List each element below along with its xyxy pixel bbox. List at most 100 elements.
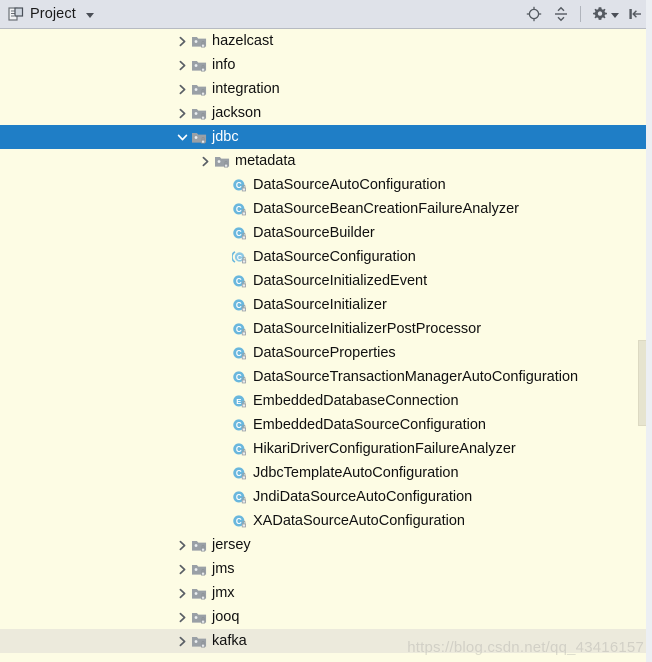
chevron-right-icon[interactable] xyxy=(174,81,190,97)
tree-row[interactable]: jackson xyxy=(0,101,652,125)
locate-icon[interactable] xyxy=(523,3,545,25)
class-locked-icon xyxy=(231,369,249,385)
tree-row-label: JdbcTemplateAutoConfiguration xyxy=(253,465,459,481)
chevron-right-icon[interactable] xyxy=(174,33,190,49)
folder-locked-icon xyxy=(190,609,208,625)
tree-row-label: jersey xyxy=(212,537,251,553)
tree-row[interactable]: DataSourceInitializer xyxy=(0,293,652,317)
chevron-down-icon[interactable] xyxy=(174,129,190,145)
class-locked-icon xyxy=(231,441,249,457)
tree-row-label: DataSourceInitializedEvent xyxy=(253,273,428,289)
tree-row[interactable]: jmx xyxy=(0,581,652,605)
tree-row-label: integration xyxy=(212,81,280,97)
settings-button[interactable] xyxy=(589,3,619,25)
tree-row-label: DataSourceBuilder xyxy=(253,225,375,241)
folder-locked-icon xyxy=(190,561,208,577)
tree-row[interactable]: info xyxy=(0,53,652,77)
chevron-right-icon[interactable] xyxy=(174,609,190,625)
tree-row-label: XADataSourceAutoConfiguration xyxy=(253,513,465,529)
tree-row[interactable]: jersey xyxy=(0,533,652,557)
tree-row[interactable]: DataSourceTransactionManagerAutoConfigur… xyxy=(0,365,652,389)
gear-icon[interactable] xyxy=(589,3,611,25)
tree-row-label: JndiDataSourceAutoConfiguration xyxy=(253,489,473,505)
tree-row[interactable]: DataSourceBuilder xyxy=(0,221,652,245)
tree-row[interactable]: HikariDriverConfigurationFailureAnalyzer xyxy=(0,437,652,461)
tree-row-label: DataSourceInitializerPostProcessor xyxy=(253,321,482,337)
folder-locked-icon xyxy=(190,33,208,49)
chevron-right-icon[interactable] xyxy=(174,57,190,73)
tree-row[interactable]: DataSourceInitializedEvent xyxy=(0,269,652,293)
folder-locked-icon xyxy=(190,633,208,649)
chevron-right-icon[interactable] xyxy=(197,153,213,169)
class-locked-icon xyxy=(231,513,249,529)
tree-row[interactable]: DataSourceConfiguration xyxy=(0,245,652,269)
folder-locked-icon xyxy=(190,129,208,145)
chevron-right-icon[interactable] xyxy=(174,585,190,601)
chevron-right-icon[interactable] xyxy=(174,633,190,649)
tree-row[interactable]: kafka xyxy=(0,629,652,653)
tree-row-label: DataSourceTransactionManagerAutoConfigur… xyxy=(253,369,579,385)
tree-row[interactable]: DataSourceInitializerPostProcessor xyxy=(0,317,652,341)
gear-chevron-down-icon[interactable] xyxy=(611,12,619,18)
page-title: Project xyxy=(30,6,76,22)
tree-row-label: DataSourceInitializer xyxy=(253,297,387,313)
tree-row[interactable]: XADataSourceAutoConfiguration xyxy=(0,509,652,533)
class-locked-icon xyxy=(231,273,249,289)
tree-row[interactable]: DataSourceAutoConfiguration xyxy=(0,173,652,197)
hide-icon[interactable] xyxy=(624,3,646,25)
chevron-right-icon[interactable] xyxy=(174,105,190,121)
tree-row[interactable]: JndiDataSourceAutoConfiguration xyxy=(0,485,652,509)
tree-row[interactable]: metadata xyxy=(0,149,652,173)
tree-row[interactable]: EmbeddedDataSourceConfiguration xyxy=(0,413,652,437)
class-locked-icon xyxy=(231,201,249,217)
class-locked-icon xyxy=(231,489,249,505)
toolbar-divider xyxy=(580,6,581,22)
tree-row-label: info xyxy=(212,57,236,73)
class-locked-icon xyxy=(231,177,249,193)
class-locked-icon xyxy=(231,345,249,361)
tree-row-label: jmx xyxy=(212,585,235,601)
class-locked-icon xyxy=(231,225,249,241)
tree-row[interactable]: DataSourceProperties xyxy=(0,341,652,365)
enum-locked-icon xyxy=(231,393,249,409)
window-right-gutter xyxy=(646,0,652,662)
project-title-group[interactable]: Project xyxy=(0,6,94,22)
tree-row-label: jms xyxy=(212,561,235,577)
class-locked-icon xyxy=(231,465,249,481)
chevron-right-icon[interactable] xyxy=(174,537,190,553)
chevron-down-icon[interactable] xyxy=(85,12,94,18)
tree-row[interactable]: integration xyxy=(0,77,652,101)
tree-row[interactable]: EmbeddedDatabaseConnection xyxy=(0,389,652,413)
class-locked-icon xyxy=(231,417,249,433)
tree-row-label: DataSourceAutoConfiguration xyxy=(253,177,446,193)
chevron-right-icon[interactable] xyxy=(174,561,190,577)
toolbar-actions xyxy=(523,3,652,25)
tree-row[interactable]: DataSourceBeanCreationFailureAnalyzer xyxy=(0,197,652,221)
tree-row-label: DataSourceBeanCreationFailureAnalyzer xyxy=(253,201,519,217)
tree-row-label: EmbeddedDatabaseConnection xyxy=(253,393,459,409)
tree-row-label: jackson xyxy=(212,105,262,121)
project-tool-window: Project hazelcast info integration jacks… xyxy=(0,0,652,662)
project-tree[interactable]: hazelcast info integration jackson jdbc metad… xyxy=(0,29,652,662)
tree-row[interactable]: JdbcTemplateAutoConfiguration xyxy=(0,461,652,485)
folder-locked-icon xyxy=(190,537,208,553)
tree-row-label: hazelcast xyxy=(212,33,274,49)
tree-row[interactable]: hazelcast xyxy=(0,29,652,53)
tree-row[interactable]: jooq xyxy=(0,605,652,629)
class-locked-icon xyxy=(231,297,249,313)
collapse-all-icon[interactable] xyxy=(550,3,572,25)
tree-row[interactable]: jms xyxy=(0,557,652,581)
tree-row[interactable]: jdbc xyxy=(0,125,652,149)
folder-locked-icon xyxy=(213,153,231,169)
abstract-class-locked-icon xyxy=(231,249,249,265)
